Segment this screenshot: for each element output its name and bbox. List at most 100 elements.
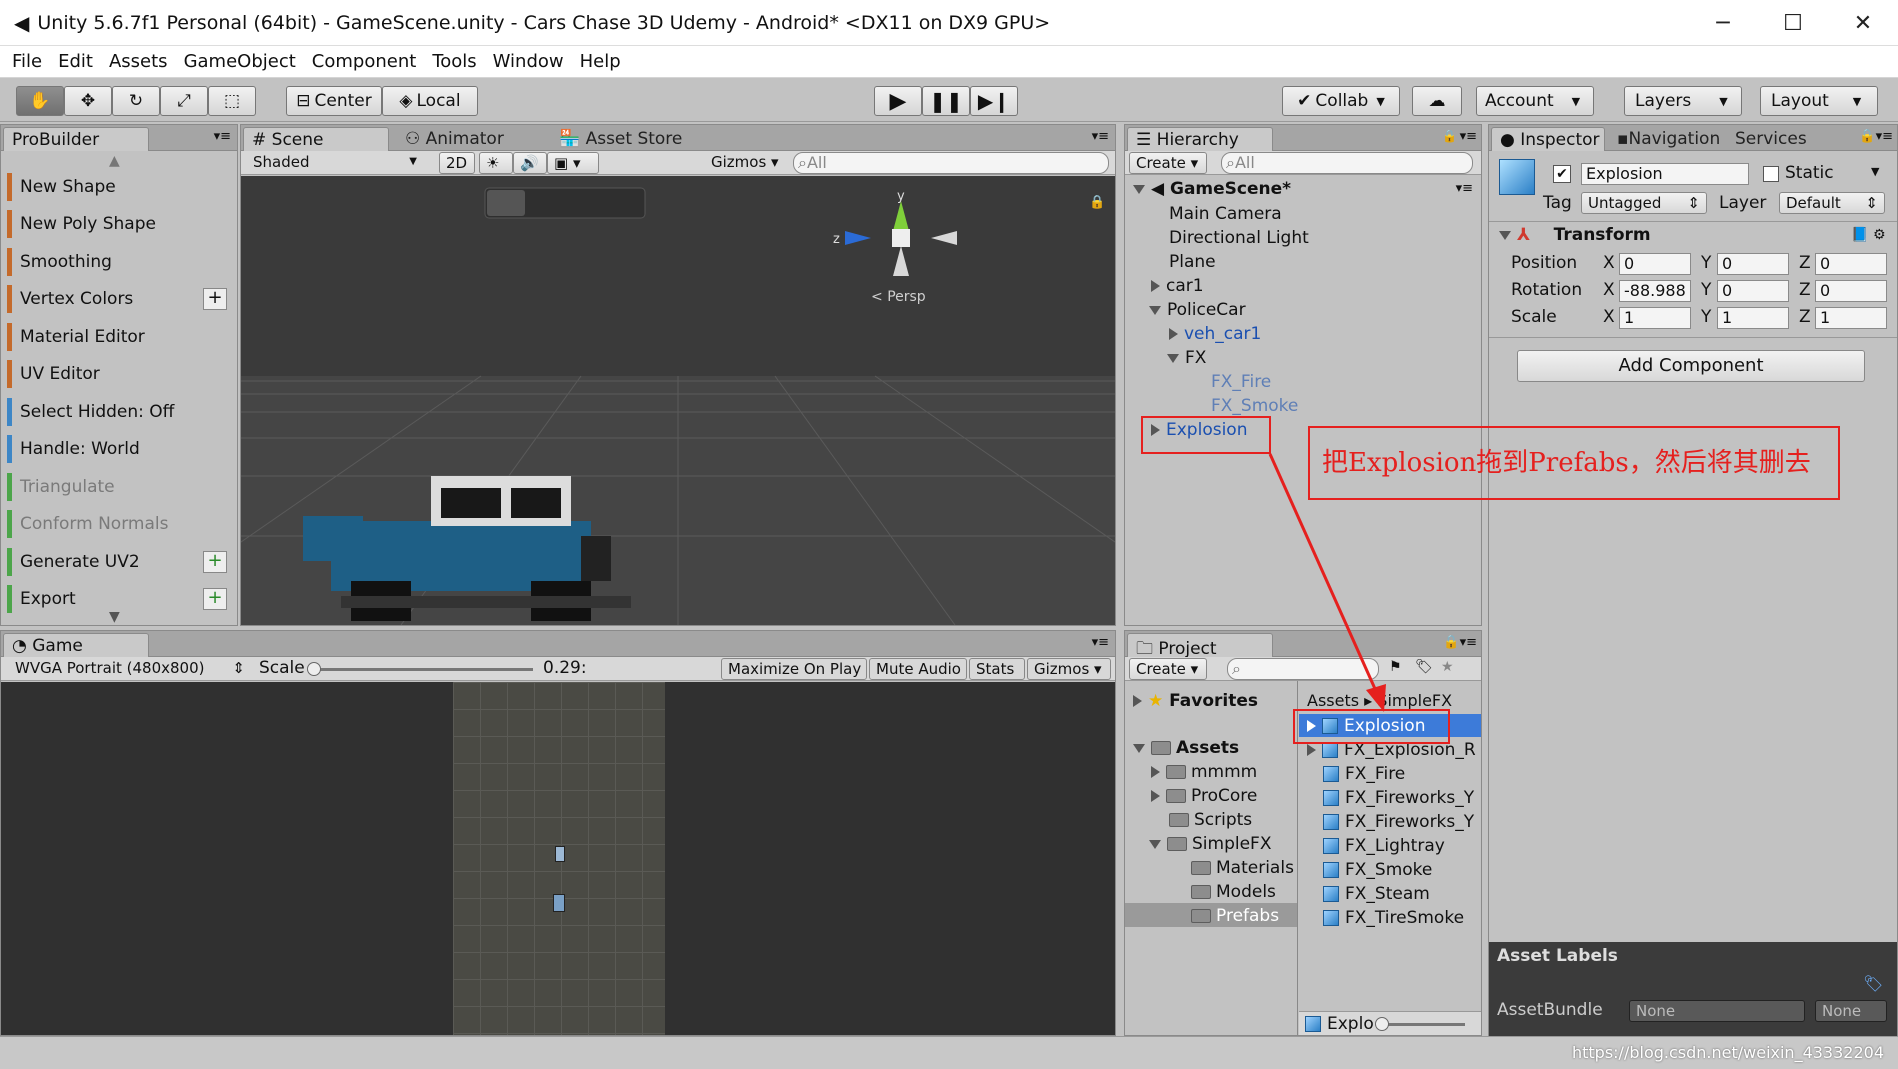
maximize-button[interactable]: ☐ — [1758, 0, 1828, 46]
panel-menu-icon[interactable]: ▾≡ — [1460, 129, 1477, 144]
scroll-down-arrow-icon[interactable]: ▼ — [109, 609, 120, 625]
expand-arrow-icon[interactable] — [1307, 744, 1316, 756]
pb-uv-editor[interactable]: UV Editor — [7, 360, 233, 388]
pb-triangulate[interactable]: Triangulate — [7, 473, 233, 501]
hierarchy-item-veh-car1[interactable]: veh_car1 — [1169, 324, 1261, 344]
tab-project[interactable]: 🗀 Project — [1127, 633, 1273, 659]
shading-dropdown[interactable]: Shaded ▼ — [247, 152, 423, 174]
favorite-star-icon[interactable]: ★ — [1441, 659, 1454, 675]
pivot-center-button[interactable]: ⊟ Center — [286, 86, 382, 116]
assetbundle-dropdown[interactable]: None — [1629, 1000, 1805, 1022]
folder-simplefx[interactable]: SimpleFX — [1149, 834, 1271, 854]
scene-search-input[interactable]: ⌕All — [793, 152, 1109, 174]
hierarchy-item-policecar[interactable]: PoliceCar — [1149, 300, 1246, 320]
expand-arrow-icon[interactable] — [1151, 766, 1160, 778]
project-create-dropdown[interactable]: Create ▾ — [1129, 658, 1207, 680]
cloud-button[interactable]: ☁ — [1412, 86, 1462, 116]
minimize-button[interactable]: ─ — [1688, 0, 1758, 46]
rotate-tool-button[interactable]: ↻ — [112, 86, 160, 116]
file-fx-fire[interactable]: FX_Fire — [1323, 764, 1405, 784]
panel-menu-icon[interactable]: 🔒▾≡ — [1443, 635, 1477, 650]
file-fx-lightray[interactable]: FX_Lightray — [1323, 836, 1445, 856]
file-fx-fireworks-1[interactable]: FX_Fireworks_Y — [1323, 788, 1474, 808]
scale-tool-button[interactable]: ⤢ — [160, 86, 208, 116]
scale-y-input[interactable]: 1 — [1717, 307, 1789, 329]
scroll-up-arrow-icon[interactable]: ▲ — [109, 153, 120, 169]
expand-arrow-icon[interactable] — [1499, 230, 1511, 240]
menu-gameobject[interactable]: GameObject — [184, 51, 296, 72]
scene-gizmos-dropdown[interactable]: Gizmos ▾ — [705, 152, 783, 174]
game-viewport[interactable] — [1, 682, 1115, 1035]
step-button[interactable]: ▶❙ — [970, 86, 1018, 116]
expand-arrow-icon[interactable] — [1133, 743, 1145, 753]
tab-hierarchy[interactable]: ☰ Hierarchy — [1127, 127, 1273, 151]
folder-models[interactable]: Models — [1191, 882, 1276, 902]
tab-inspector[interactable]: ● Inspector — [1491, 127, 1605, 151]
2d-toggle[interactable]: 2D — [439, 152, 475, 174]
plus-icon[interactable]: + — [203, 288, 227, 310]
hierarchy-item-fx[interactable]: FX — [1167, 348, 1206, 368]
collab-dropdown[interactable]: ✔ Collab ▼ — [1282, 86, 1400, 116]
menu-component[interactable]: Component — [312, 51, 417, 72]
tab-services[interactable]: Services — [1727, 127, 1815, 151]
folder-prefabs[interactable]: Prefabs — [1191, 906, 1279, 926]
pb-smoothing[interactable]: Smoothing — [7, 248, 233, 276]
stats-toggle[interactable]: Stats — [969, 658, 1025, 680]
tab-probuilder[interactable]: ProBuilder — [3, 127, 149, 151]
scene-viewport[interactable]: y z < Persp 🔒 — [241, 176, 1115, 625]
tab-navigation[interactable]: ▪Navigation — [1609, 127, 1728, 151]
tab-scene[interactable]: # Scene — [243, 127, 389, 151]
chevron-down-icon[interactable]: ▼ — [1871, 165, 1879, 178]
help-book-icon[interactable]: 📘 — [1851, 227, 1868, 243]
hierarchy-item-directional-light[interactable]: Directional Light — [1169, 228, 1309, 248]
add-component-button[interactable]: Add Component — [1517, 350, 1865, 382]
lighting-toggle[interactable]: ☀ — [479, 152, 513, 174]
expand-arrow-icon[interactable] — [1149, 305, 1161, 315]
pb-conform-normals[interactable]: Conform Normals — [7, 510, 233, 538]
panel-menu-icon[interactable]: ▾≡ — [1092, 129, 1109, 144]
hierarchy-search-input[interactable]: ⌕All — [1221, 152, 1473, 174]
file-fx-smoke[interactable]: FX_Smoke — [1323, 860, 1432, 880]
hand-tool-button[interactable]: ✋ — [16, 86, 64, 116]
scale-slider[interactable] — [313, 668, 533, 671]
scale-z-input[interactable]: 1 — [1815, 307, 1887, 329]
assetvariant-dropdown[interactable]: None — [1815, 1000, 1887, 1022]
tag-dropdown[interactable]: Untagged ⇕ — [1581, 192, 1707, 214]
expand-arrow-icon[interactable] — [1133, 184, 1145, 194]
pb-new-poly-shape[interactable]: New Poly Shape — [7, 210, 233, 238]
layer-dropdown[interactable]: Default ⇕ — [1779, 192, 1885, 214]
plus-icon[interactable]: + — [203, 551, 227, 573]
menu-edit[interactable]: Edit — [58, 51, 93, 72]
filter-label-icon[interactable]: 🏷 — [1415, 659, 1433, 675]
layout-dropdown[interactable]: Layout ▼ — [1760, 86, 1878, 116]
hierarchy-create-dropdown[interactable]: Create ▾ — [1129, 152, 1207, 174]
gameobject-name-input[interactable]: Explosion — [1581, 163, 1749, 185]
menu-file[interactable]: File — [12, 51, 42, 72]
lock-icon[interactable]: 🔒 — [1442, 129, 1457, 143]
audio-toggle[interactable]: 🔊 — [513, 152, 547, 174]
expand-arrow-icon[interactable] — [1151, 280, 1160, 292]
scale-slider-thumb[interactable] — [307, 662, 321, 676]
rect-tool-button[interactable]: ⬚ — [208, 86, 256, 116]
plus-icon[interactable]: + — [203, 588, 227, 610]
file-fx-tiresmoke[interactable]: FX_TireSmoke — [1323, 908, 1464, 928]
pb-vertex-colors[interactable]: Vertex Colors + — [7, 285, 233, 313]
pb-new-shape[interactable]: New Shape — [7, 173, 233, 201]
position-x-input[interactable]: 0 — [1619, 253, 1691, 275]
scale-x-input[interactable]: 1 — [1619, 307, 1691, 329]
maximize-on-play-toggle[interactable]: Maximize On Play — [721, 658, 867, 680]
folder-materials[interactable]: Materials — [1191, 858, 1294, 878]
rotation-x-input[interactable]: -88.988 — [1619, 280, 1691, 302]
assets-root[interactable]: Assets — [1133, 738, 1239, 758]
favorites-root[interactable]: ★ Favorites — [1133, 691, 1258, 711]
panel-menu-icon[interactable]: ▾≡ — [1092, 635, 1109, 650]
static-checkbox[interactable] — [1763, 166, 1779, 182]
filter-type-icon[interactable]: ⚑ — [1389, 659, 1402, 675]
rotation-y-input[interactable]: 0 — [1717, 280, 1789, 302]
play-button[interactable]: ▶ — [874, 86, 922, 116]
account-dropdown[interactable]: Account ▼ — [1476, 86, 1594, 116]
scene-menu-icon[interactable]: ▾≡ — [1456, 181, 1473, 196]
file-fx-fireworks-2[interactable]: FX_Fireworks_Y — [1323, 812, 1474, 832]
position-z-input[interactable]: 0 — [1815, 253, 1887, 275]
expand-arrow-icon[interactable] — [1167, 353, 1179, 363]
